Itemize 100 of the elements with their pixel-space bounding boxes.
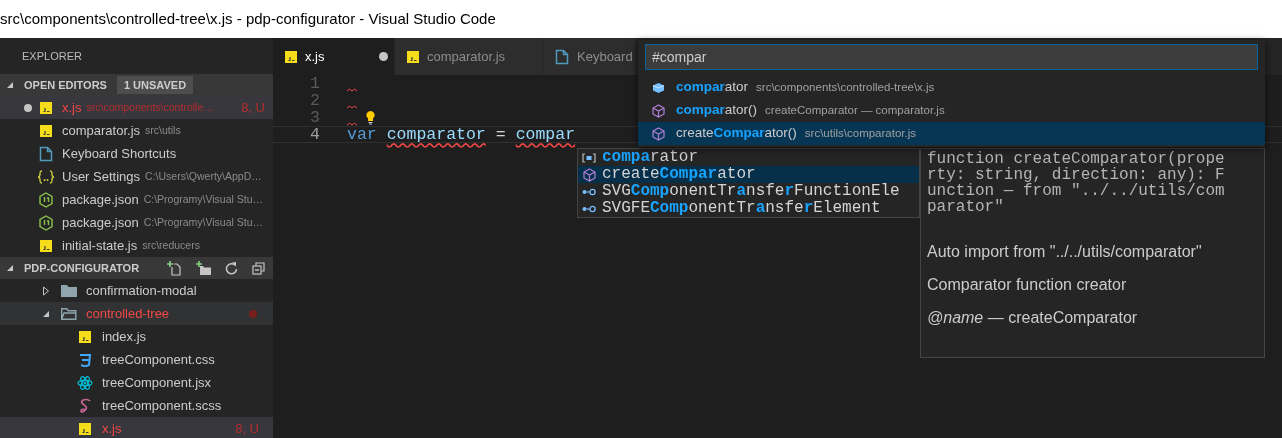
code-token: compar	[515, 126, 576, 143]
quick-open-item[interactable]: createComparator() src\utils\comparator.js	[638, 122, 1265, 145]
braces-icon	[37, 169, 55, 184]
variable-icon	[582, 152, 596, 163]
sidebar-title: EXPLORER	[22, 48, 82, 64]
window-title: src\components\controlled-tree\x.js - pdp-configurator - Visual Studio Code	[0, 8, 496, 29]
file-name: index.js	[102, 327, 147, 346]
open-editor-item[interactable]: User Settings C:\Users\Qwerty\AppD…	[0, 165, 273, 188]
line-number: 2	[309, 92, 320, 109]
suggestion-item[interactable]: comparator	[578, 149, 919, 166]
file-name: Keyboard Shortcuts	[62, 144, 177, 163]
js-file-icon	[40, 101, 52, 114]
editor-tab[interactable]: Keyboard	[543, 38, 636, 75]
refresh-icon[interactable]	[225, 261, 238, 275]
folder-name: confirmation-modal	[86, 281, 197, 300]
file-name: x.js	[102, 419, 122, 438]
js-file-icon	[40, 239, 52, 252]
file-name: User Settings	[62, 167, 141, 186]
quick-open-item[interactable]: comparator() createComparator — comparator.js	[638, 99, 1265, 122]
expanded-arrow-icon[interactable]	[6, 264, 14, 272]
folder-item[interactable]: controlled-tree	[0, 302, 273, 325]
css-file-icon	[78, 352, 92, 367]
doc-paragraph: @name — createComparator	[927, 309, 1139, 327]
file-item[interactable]: treeComponent.jsx	[0, 371, 273, 394]
suggestion-label: SVGFEComponentTransferElement	[602, 200, 881, 217]
line-number: 3	[309, 109, 320, 126]
section-title: OPEN EDITORS	[24, 77, 107, 93]
problem-count-label: 8, U	[241, 98, 265, 117]
symbol-location: src\components\controlled-tree\x.js	[756, 79, 935, 95]
file-name: comparator.js	[62, 121, 141, 140]
code-token: =	[495, 126, 506, 143]
interface-icon	[582, 204, 596, 213]
lightbulb-icon[interactable]	[365, 110, 376, 125]
file-item[interactable]: treeComponent.scss	[0, 394, 273, 417]
suggestion-label: comparator	[602, 149, 699, 166]
section-header[interactable]: OPEN EDITORS 1 UNSAVED	[0, 74, 273, 96]
open-editor-item[interactable]: initial-state.js src\reducers	[0, 234, 273, 257]
open-editor-item[interactable]: comparator.js src\utils	[0, 119, 273, 142]
folder-name: controlled-tree	[86, 304, 170, 323]
collapse-all-icon[interactable]	[252, 261, 265, 275]
open-editor-item[interactable]: Keyboard Shortcuts	[0, 142, 273, 165]
atom-icon	[77, 374, 93, 391]
search-field[interactable]: #compar	[645, 44, 1258, 70]
folder-icon	[61, 284, 77, 297]
file-path: src\utils	[145, 122, 181, 138]
curl-icon	[78, 397, 92, 414]
file-name: treeComponent.scss	[102, 396, 222, 415]
section-title: PDP-CONFIGURATOR	[24, 260, 140, 276]
file-path: C:\Programy\Visual Stu…	[143, 191, 264, 207]
file-name: treeComponent.css	[102, 350, 215, 369]
interface-icon	[582, 187, 596, 196]
cube-icon	[582, 167, 596, 182]
doc-paragraph: Auto import from "../../utils/comparator"	[927, 243, 1203, 261]
expanded-arrow-icon[interactable]	[6, 81, 14, 89]
js-file-icon	[407, 50, 419, 63]
signature-text: function createComparator(property: string, direction: any): Function — from "../../utils/comparator"	[927, 151, 1225, 215]
suggestion-item[interactable]: createComparator	[578, 166, 919, 183]
open-editor-item[interactable]: package.json C:\Programy\Visual Stu…	[0, 211, 273, 234]
section-header[interactable]: PDP-CONFIGURATOR	[0, 257, 273, 279]
symbol-location: createComparator — comparator.js	[765, 102, 945, 118]
open-folder-icon	[61, 307, 77, 320]
file-path: src\reducers	[142, 237, 200, 253]
symbol-name: comparator()	[676, 101, 758, 120]
editor-tab[interactable]: x.js	[273, 38, 395, 75]
quick-open-item[interactable]: comparator src\components\controlled-tree\x.js	[638, 76, 1265, 99]
file-name: x.js	[62, 98, 82, 117]
suggestion-label: createComparator	[602, 166, 756, 183]
file-name: package.json	[62, 213, 139, 232]
collapsed-arrow-icon[interactable]	[43, 285, 49, 296]
cube-icon	[652, 103, 665, 118]
open-editor-item[interactable]: package.json C:\Programy\Visual Stu…	[0, 188, 273, 211]
code-token: var	[347, 126, 377, 143]
suggestion-item[interactable]: SVGFEComponentTransferElement	[578, 200, 919, 217]
file-item[interactable]: treeComponent.css	[0, 348, 273, 371]
cube-icon	[652, 81, 665, 94]
new-file-icon[interactable]	[167, 260, 182, 276]
problem-count-label: 8, U	[235, 419, 259, 438]
code-token: comparator	[386, 126, 486, 143]
js-file-icon	[79, 330, 91, 343]
js-file-icon	[40, 124, 52, 137]
tab-label: Keyboard	[577, 47, 633, 66]
file-path: src\components\controlle…	[86, 99, 214, 115]
js-file-icon	[285, 50, 297, 63]
expanded-arrow-icon[interactable]	[42, 309, 50, 318]
document-icon	[39, 145, 53, 162]
hexagon-icon	[39, 214, 53, 231]
document-icon	[555, 48, 569, 65]
file-item[interactable]: index.js	[0, 325, 273, 348]
file-path: C:\Programy\Visual Stu…	[143, 214, 264, 230]
symbol-name: comparator	[676, 78, 749, 97]
editor-tab[interactable]: comparator.js	[395, 38, 543, 75]
file-name: package.json	[62, 190, 139, 209]
file-name: treeComponent.jsx	[102, 373, 212, 392]
file-name: initial-state.js	[62, 236, 138, 255]
symbol-name: createComparator()	[676, 124, 797, 143]
new-folder-icon[interactable]	[196, 261, 211, 275]
js-file-icon	[79, 422, 91, 435]
doc-paragraph: Comparator function creator	[927, 276, 1128, 294]
file-path: C:\Users\Qwerty\AppD…	[145, 168, 262, 184]
folder-item[interactable]: confirmation-modal	[0, 279, 273, 302]
